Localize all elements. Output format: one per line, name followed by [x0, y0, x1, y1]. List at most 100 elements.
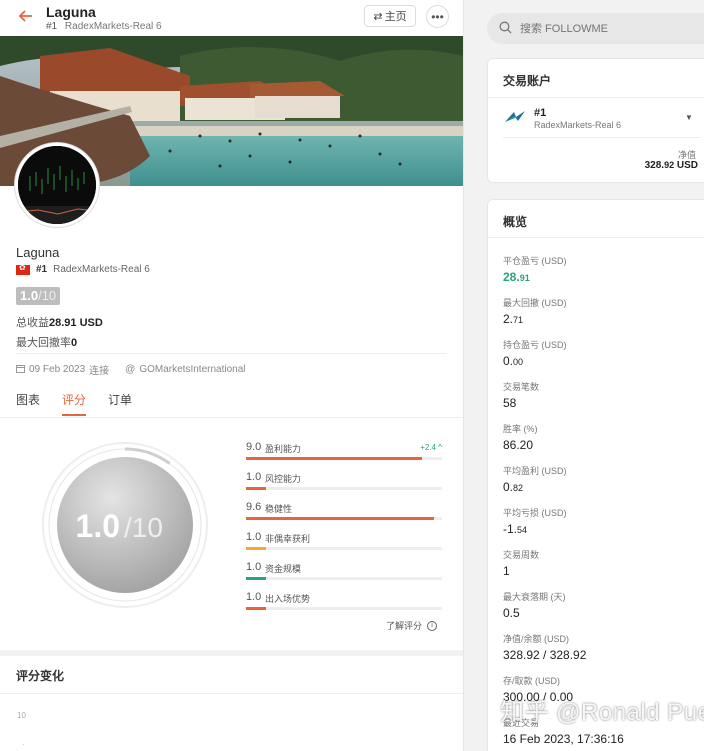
- tab-orders[interactable]: 订单: [108, 391, 132, 416]
- connect-date: 09 Feb 2023: [29, 364, 86, 375]
- overview-item-value: 86.20: [503, 438, 534, 452]
- score-badge: 1.0/10: [16, 287, 61, 305]
- overview-item-value: 0.5: [503, 606, 520, 620]
- max-drawdown-stat: 最大回撤率0: [16, 334, 77, 350]
- metric-bar-fill: [246, 577, 266, 580]
- home-button[interactable]: ⇄ 主页: [364, 5, 416, 27]
- overview-item-label: 平均亏损 (USD): [503, 508, 567, 518]
- search-bar[interactable]: [487, 13, 704, 44]
- overview-item-label: 胜率 (%): [503, 424, 538, 434]
- metric-value: 9.6: [246, 501, 262, 513]
- metric-value: 9.0: [246, 441, 262, 453]
- metric-label: 非偶幸获利: [265, 534, 311, 544]
- trader-account-row: #1 RadexMarkets-Real 6: [16, 263, 150, 275]
- hong-kong-flag-icon: [16, 263, 30, 275]
- total-profit-value: 28.91: [49, 317, 77, 329]
- card-divider: [488, 237, 704, 238]
- metric-label: 盈利能力: [265, 444, 302, 454]
- source-account[interactable]: GOMarketsInternational: [139, 364, 245, 375]
- more-options-button[interactable]: •••: [426, 5, 449, 28]
- score-value: 1.0: [20, 288, 39, 303]
- metric-bar: [246, 487, 442, 490]
- metric-label: 稳健性: [265, 504, 293, 514]
- learn-score-link[interactable]: 了解评分 i: [386, 619, 438, 632]
- metric-change: +2.4 ^: [420, 443, 442, 452]
- overview-item-label: 存/取款 (USD): [503, 676, 560, 686]
- watermark: 知乎 @Ronald Puen: [500, 699, 704, 726]
- total-profit-stat: 总收益28.91 USD: [16, 314, 103, 330]
- overview-item-value: 1: [503, 564, 510, 578]
- score-change-title: 评分变化: [16, 669, 65, 683]
- metric-capital-size: 1.0 资金规模: [246, 560, 442, 590]
- overview-item-value: 16 Feb 2023, 17:36:16: [503, 732, 624, 746]
- score-change-axis-label: 10: [17, 711, 26, 720]
- divider: [16, 353, 447, 354]
- at-icon: @: [125, 364, 136, 375]
- broker-logo-icon: [504, 110, 526, 124]
- overview-item-label: 平仓盈亏 (USD): [503, 256, 567, 266]
- metric-bar-fill: [246, 547, 266, 550]
- metric-value: 1.0: [246, 561, 262, 573]
- overview-item-value: 328.92 / 328.92: [503, 648, 587, 662]
- overview-item-value: 28.91: [503, 270, 530, 284]
- overview-item-value: -1.54: [503, 522, 528, 536]
- tabs-divider: [0, 417, 463, 418]
- score-denominator: /10: [38, 288, 57, 303]
- metric-profitability: 9.0 盈利能力 +2.4 ^: [246, 440, 442, 470]
- metric-value: 1.0: [246, 471, 262, 483]
- account-rank: #1: [534, 107, 547, 119]
- overview-item: 净值/余额 (USD) 328.92 / 328.92: [503, 632, 586, 662]
- overview-item-value: 2.71: [503, 312, 524, 326]
- back-arrow-icon[interactable]: [18, 8, 34, 28]
- section-divider: [0, 693, 463, 694]
- trader-rank: #1: [36, 264, 48, 275]
- avatar-chart-image: [18, 146, 96, 224]
- total-profit-unit: USD: [79, 317, 103, 329]
- nav-value: 328.92 USD: [644, 160, 698, 171]
- metric-non-luck-profit: 1.0 非偶幸获利: [246, 530, 442, 560]
- metric-value: 1.0: [246, 591, 262, 603]
- info-icon: i: [427, 620, 438, 631]
- search-input[interactable]: [520, 22, 670, 35]
- metric-risk-control: 1.0 风控能力: [246, 470, 442, 500]
- account-meta: 09 Feb 2023 连接 @ GOMarketsInternational: [16, 362, 246, 377]
- tab-chart[interactable]: 图表: [16, 391, 40, 416]
- trading-account-card: 交易账户 #1 RadexMarkets-Real 6 ▼ 净值 328.92 …: [487, 58, 704, 183]
- max-drawdown-value: 0: [71, 337, 78, 349]
- overview-item-label: 净值/余额 (USD): [503, 634, 569, 644]
- overview-item-value: 0.82: [503, 480, 524, 494]
- overview-item-label: 交易周数: [503, 550, 540, 560]
- metric-bar: [246, 577, 442, 580]
- metric-bar: [246, 517, 442, 520]
- top-bar: Laguna #1 RadexMarkets-Real 6 ⇄ 主页 •••: [0, 0, 463, 36]
- chevron-up-icon: ^: [438, 443, 442, 452]
- metric-entry-exit-advantage: 1.0 出入场优势: [246, 590, 442, 620]
- overview-item: 最大回撤 (USD) 2.71: [503, 296, 567, 326]
- overview-item: 持仓盈亏 (USD) 0.00: [503, 338, 567, 368]
- metric-bar: [246, 607, 442, 610]
- overview-item: 平均亏损 (USD) -1.54: [503, 506, 567, 536]
- profile-tabs: 图表 评分 订单: [16, 391, 132, 416]
- account-subtitle: #1 RadexMarkets-Real 6: [46, 21, 162, 32]
- axis-tick: ·: [22, 740, 25, 749]
- learn-score-label: 了解评分: [386, 621, 423, 631]
- gauge-denominator: /10: [124, 512, 163, 543]
- overview-item: 最大衰落期 (天) 0.5: [503, 590, 566, 620]
- overview-item: 交易周数 1: [503, 548, 539, 578]
- card-divider: [503, 137, 701, 138]
- caret-down-icon[interactable]: ▼: [685, 113, 693, 122]
- page-title: Laguna: [46, 4, 96, 20]
- overview-item-label: 持仓盈亏 (USD): [503, 340, 567, 350]
- avatar[interactable]: [14, 142, 100, 228]
- metric-bar-fill: [246, 607, 266, 610]
- trader-profile-panel: Laguna #1 RadexMarkets-Real 6 ⇄ 主页 ••• L…: [0, 0, 464, 751]
- overview-item: 平仓盈亏 (USD) 28.91: [503, 254, 567, 284]
- trader-broker: RadexMarkets-Real 6: [53, 264, 150, 275]
- overview-item-label: 最大衰落期 (天): [503, 592, 566, 602]
- tab-score[interactable]: 评分: [62, 391, 87, 416]
- metric-bar: [246, 547, 442, 550]
- broker-name: RadexMarkets-Real 6: [64, 21, 162, 32]
- metric-label: 出入场优势: [265, 594, 311, 604]
- account-rank: #1: [46, 21, 58, 32]
- overview-title: 概览: [503, 215, 528, 229]
